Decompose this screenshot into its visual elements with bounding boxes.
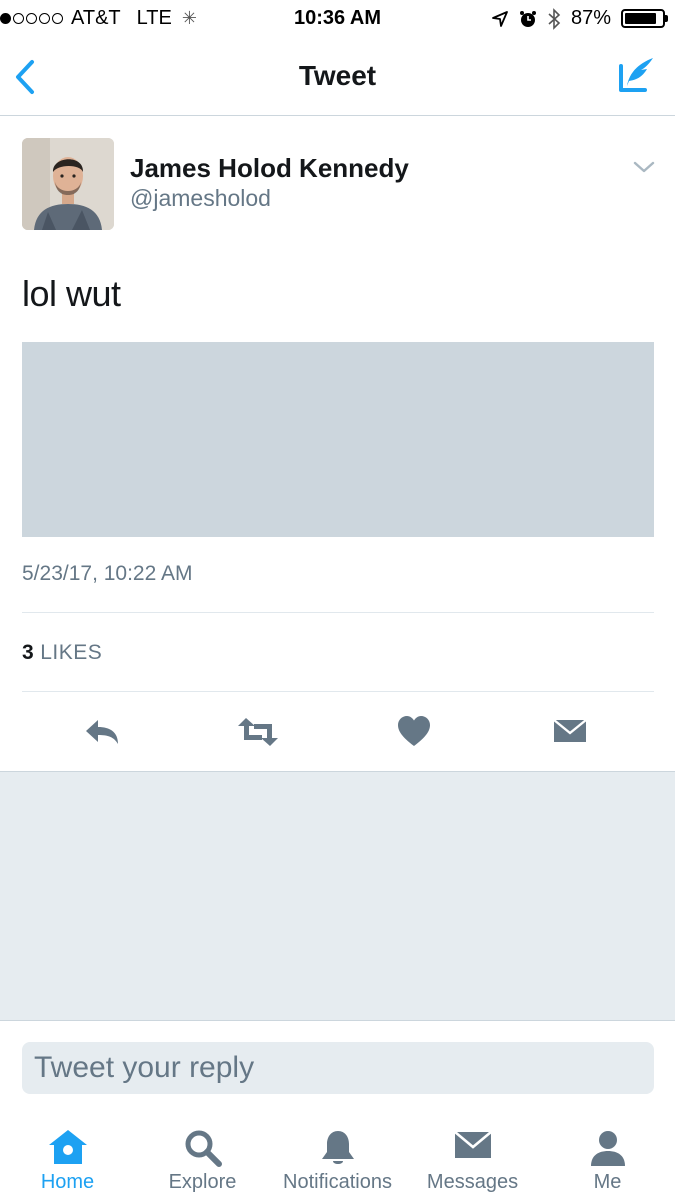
retweet-icon xyxy=(238,718,278,746)
page-title: Tweet xyxy=(298,60,377,91)
tab-messages[interactable]: Messages xyxy=(405,1112,540,1200)
tab-label: Notifications xyxy=(283,1171,392,1193)
user-name[interactable]: James Holod Kennedy xyxy=(130,153,409,184)
tab-home[interactable]: Home xyxy=(0,1112,135,1200)
likes-label: LIKES xyxy=(40,641,103,664)
profile-photo xyxy=(22,138,114,230)
reply-button[interactable] xyxy=(82,714,122,750)
tab-notifications[interactable]: Notifications xyxy=(270,1112,405,1200)
tab-me[interactable]: Me xyxy=(540,1112,675,1200)
envelope-icon xyxy=(453,1131,492,1158)
compose-tweet-button[interactable] xyxy=(615,54,657,96)
tweet-options-button[interactable] xyxy=(633,158,655,176)
compose-icon xyxy=(619,58,653,92)
battery-icon xyxy=(621,9,668,28)
tweet-timestamp: 5/23/17, 10:22 AM xyxy=(22,562,193,585)
bluetooth-icon xyxy=(548,7,561,30)
divider xyxy=(22,612,654,613)
tab-label: Explore xyxy=(168,1171,237,1193)
nav-bar: Tweet xyxy=(0,38,675,116)
status-bar: AT&T LTE ✳ 10:36 AM 87% xyxy=(0,0,675,38)
tab-bar: Home Explore Notifications Messages Me xyxy=(0,1112,675,1200)
tab-explore[interactable]: Explore xyxy=(135,1112,270,1200)
battery-percent: 87% xyxy=(570,7,611,29)
like-button[interactable] xyxy=(396,714,436,750)
search-icon xyxy=(185,1130,222,1167)
envelope-icon xyxy=(553,719,587,742)
likes-count: 3 xyxy=(22,641,35,664)
tab-label: Messages xyxy=(426,1171,519,1193)
share-dm-button[interactable] xyxy=(552,714,588,750)
battery-fill xyxy=(625,13,657,24)
status-right: 87% xyxy=(491,7,668,30)
home-icon xyxy=(48,1130,87,1164)
heart-icon xyxy=(398,716,430,746)
tweet-actions xyxy=(0,692,675,772)
location-icon xyxy=(492,10,508,27)
user-handle[interactable]: @jamesholod xyxy=(130,185,271,212)
media-placeholder[interactable] xyxy=(22,342,654,537)
person-icon xyxy=(590,1131,625,1166)
reply-icon xyxy=(86,720,118,744)
tab-label: Me xyxy=(593,1171,622,1193)
reply-input[interactable] xyxy=(22,1042,654,1094)
tab-label: Home xyxy=(40,1171,95,1193)
likes-stat[interactable]: 3 LIKES xyxy=(22,641,102,665)
avatar[interactable] xyxy=(22,138,114,230)
tweet-text: lol wut xyxy=(22,273,121,314)
replies-area xyxy=(0,772,675,1020)
chevron-down-icon xyxy=(633,161,655,173)
retweet-button[interactable] xyxy=(236,714,280,750)
bell-icon xyxy=(321,1131,354,1164)
alarm-icon xyxy=(519,10,536,27)
reply-bar xyxy=(0,1020,675,1112)
